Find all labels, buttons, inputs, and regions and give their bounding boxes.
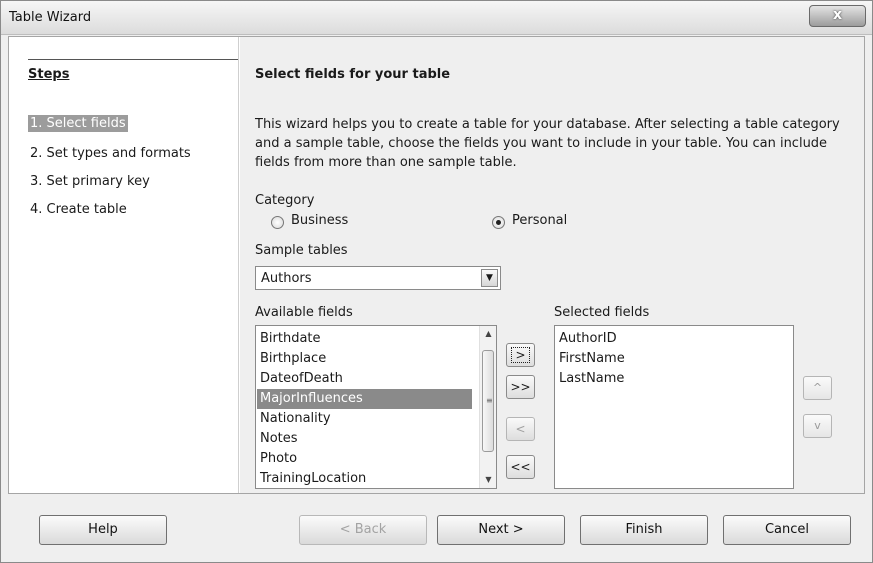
add-field-button[interactable]: > (506, 343, 535, 367)
page-heading: Select fields for your table (255, 67, 451, 82)
move-up-button[interactable]: ^ (803, 376, 832, 400)
steps-pane: Steps 1. Select fields 2. Set types and … (9, 37, 239, 493)
help-button[interactable]: Help (39, 515, 167, 545)
steps-divider (28, 59, 238, 60)
step-create-table[interactable]: 4. Create table (28, 201, 129, 218)
grip-icon: ≡ (486, 396, 493, 405)
next-button[interactable]: Next > (437, 515, 565, 545)
add-all-label: >> (510, 380, 531, 394)
list-item[interactable]: Photo (260, 449, 297, 469)
list-item[interactable]: Notes (260, 429, 298, 449)
scroll-thumb[interactable]: ≡ (482, 350, 494, 452)
step-set-primary-key[interactable]: 3. Set primary key (28, 173, 152, 190)
window-title: Table Wizard (9, 10, 92, 25)
sample-tables-label: Sample tables (255, 243, 348, 258)
cancel-button[interactable]: Cancel (723, 515, 851, 545)
main-pane: Select fields for your table This wizard… (240, 37, 864, 493)
business-radio-label[interactable]: Business (291, 213, 348, 228)
personal-radio[interactable] (492, 216, 505, 229)
available-fields-label: Available fields (255, 305, 353, 320)
scroll-up-icon[interactable]: ▲ (480, 326, 497, 342)
remove-field-label: < (515, 422, 526, 436)
personal-radio-label[interactable]: Personal (512, 213, 567, 228)
sample-tables-value: Authors (261, 271, 312, 286)
step-set-types-and-formats[interactable]: 2. Set types and formats (28, 145, 193, 162)
table-wizard-window: Table Wizard x Steps 1. Select fields 2.… (0, 0, 873, 563)
list-item[interactable]: Birthdate (260, 329, 321, 349)
list-item[interactable]: DateofDeath (260, 369, 343, 389)
list-item[interactable]: FirstName (559, 349, 625, 369)
title-bar: Table Wizard x (1, 1, 872, 35)
list-item[interactable]: TrainingLocation (260, 469, 366, 489)
available-fields-scrollbar[interactable]: ▲ ≡ ▼ (479, 326, 496, 488)
step-select-fields[interactable]: 1. Select fields (28, 115, 128, 132)
selected-fields-label: Selected fields (554, 305, 650, 320)
remove-all-fields-button[interactable]: << (506, 455, 535, 479)
sample-tables-dropdown[interactable]: Authors ▼ (255, 266, 501, 290)
finish-button[interactable]: Finish (580, 515, 708, 545)
list-item[interactable]: Birthplace (260, 349, 326, 369)
close-icon: x (832, 7, 843, 23)
back-button[interactable]: < Back (299, 515, 427, 545)
list-item[interactable]: Nationality (260, 409, 331, 429)
close-button[interactable]: x (809, 5, 866, 27)
page-description: This wizard helps you to create a table … (255, 117, 840, 170)
remove-all-label: << (510, 460, 531, 474)
chevron-down-icon[interactable]: ▼ (481, 269, 498, 287)
steps-title: Steps (28, 67, 70, 82)
category-label: Category (255, 193, 315, 208)
wizard-body: Steps 1. Select fields 2. Set types and … (8, 36, 865, 494)
list-item[interactable]: LastName (559, 369, 624, 389)
list-item-selected[interactable]: MajorInfluences (257, 389, 472, 409)
move-down-button[interactable]: v (803, 414, 832, 438)
available-fields-list[interactable]: Birthdate Birthplace DateofDeath MajorIn… (255, 325, 497, 489)
remove-field-button[interactable]: < (506, 417, 535, 441)
scroll-down-icon[interactable]: ▼ (480, 472, 497, 488)
selected-fields-list[interactable]: AuthorID FirstName LastName (554, 325, 794, 489)
business-radio[interactable] (271, 216, 284, 229)
add-field-label: > (511, 347, 530, 363)
chevron-up-icon: ^ (812, 381, 823, 394)
button-bar: Help < Back Next > Finish Cancel (1, 495, 872, 562)
add-all-fields-button[interactable]: >> (506, 375, 535, 399)
list-item[interactable]: AuthorID (559, 329, 617, 349)
chevron-down-small-icon: v (814, 419, 821, 432)
